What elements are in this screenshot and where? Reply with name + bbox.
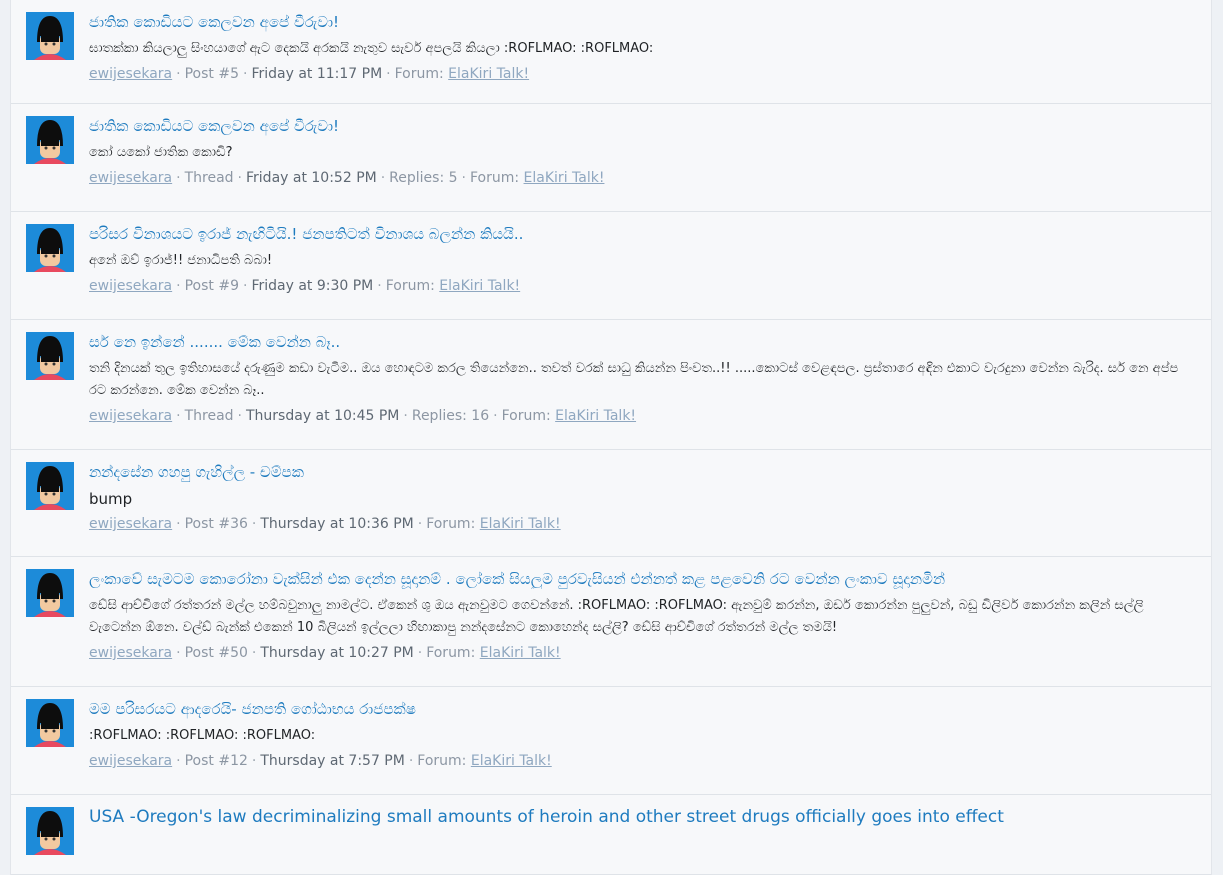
result-title-link[interactable]: ජාතික කොඩියට කෙලවන අපේ වීරුවා!: [89, 12, 1191, 32]
result-title-link[interactable]: මම පරිසරයට ආදරෙයි- ජනපති ගෝඨාභය රාජපක්ෂ: [89, 699, 1191, 719]
avatar[interactable]: [26, 569, 74, 617]
timestamp: Thursday at 10:36 PM: [260, 516, 414, 532]
result-snippet: ඩේසි ආච්චිගේ රත්තරන් මල්ල හම්බවුනාලු නාම…: [89, 598, 1144, 635]
forum-link[interactable]: ElaKiri Talk!: [471, 753, 552, 769]
result-type: Post #50: [184, 645, 248, 661]
avatar[interactable]: [26, 699, 74, 747]
avatar[interactable]: [26, 116, 74, 164]
search-results-list: ජාතික කොඩියට කෙලවන අපේ වීරුවා! ඝාතක්කා ක…: [10, 0, 1212, 875]
result-meta: ewijesekara · Post #12 · Thursday at 7:57 PM…: [89, 753, 552, 769]
forum-prefix: Forum:: [394, 66, 444, 82]
result-snippet: කෝ යකෝ ජාතික කොඩි?: [89, 145, 233, 160]
result-type: Post #12: [184, 753, 248, 769]
result-snippet: ඝාතක්කා කියලාලු සිංහයාගේ ඇට දෙකයි අරකයි …: [89, 41, 654, 56]
avatar[interactable]: [26, 462, 74, 510]
list-item: සර් නෙ ඉන්නේ ....... මේක වෙන්න බෑ.. තනි …: [11, 320, 1211, 450]
avatar[interactable]: [26, 224, 74, 272]
forum-link[interactable]: ElaKiri Talk!: [480, 645, 561, 661]
result-meta: ewijesekara · Post #5 · Friday at 11:17 PM · F…: [89, 66, 530, 82]
user-avatar-icon: [26, 807, 74, 855]
result-meta: ewijesekara · Post #36 · Thursday at 10:36 P…: [89, 516, 561, 532]
result-type: Thread: [184, 408, 234, 424]
result-title-link[interactable]: USA -Oregon's law decriminalizing small …: [89, 807, 1191, 827]
user-avatar-icon: [26, 699, 74, 747]
result-snippet: තනි දිනයක් තුල ඉතිහාසයේ දරුණුම කඩා වැටීම…: [89, 361, 1179, 398]
result-type: Thread: [184, 170, 234, 186]
result-title-link[interactable]: නන්දසේන ගහපු ගැහිල්ල - චම්පක: [89, 462, 1191, 482]
forum-prefix: Forum:: [469, 170, 520, 186]
author-link[interactable]: ewijesekara: [89, 408, 172, 424]
list-item: ජාතික කොඩියට කෙලවන අපේ වීරුවා! ඝාතක්කා ක…: [11, 0, 1211, 104]
list-item: නන්දසේන ගහපු ගැහිල්ල - චම්පක bump ewijes…: [11, 450, 1211, 557]
forum-prefix: Forum:: [501, 408, 551, 424]
list-item: මම පරිසරයට ආදරෙයි- ජනපති ගෝඨාභය රාජපක්ෂ …: [11, 687, 1211, 795]
user-avatar-icon: [26, 569, 74, 617]
result-title-link[interactable]: සර් නෙ ඉන්නේ ....... මේක වෙන්න බෑ..: [89, 332, 1191, 352]
result-snippet: bump: [89, 490, 133, 508]
result-snippet: අනේ ඔව් ඉරාජ්!! ජනාධිපති බබා!: [89, 253, 273, 268]
reply-count: Replies: 16: [411, 408, 490, 424]
author-link[interactable]: ewijesekara: [89, 753, 172, 769]
list-item: USA -Oregon's law decriminalizing small …: [11, 795, 1211, 875]
forum-link[interactable]: ElaKiri Talk!: [439, 278, 520, 294]
timestamp: Friday at 10:52 PM: [246, 170, 377, 186]
user-avatar-icon: [26, 462, 74, 510]
forum-link[interactable]: ElaKiri Talk!: [524, 170, 605, 186]
author-link[interactable]: ewijesekara: [89, 645, 172, 661]
result-meta: ewijesekara · Post #9 · Friday at 9:30 PM · Fo…: [89, 278, 521, 294]
forum-prefix: Forum:: [385, 278, 435, 294]
result-type: Post #9: [184, 278, 239, 294]
forum-prefix: Forum:: [426, 645, 476, 661]
result-snippet: :ROFLMAO: :ROFLMAO: :ROFLMAO:: [89, 728, 316, 743]
forum-prefix: Forum:: [426, 516, 476, 532]
result-title-link[interactable]: ජාතික කොඩියට කෙලවන අපේ වීරුවා!: [89, 116, 1191, 136]
user-avatar-icon: [26, 12, 74, 60]
result-title-link[interactable]: පරිසර විනාශයට ඉරාජ් නැඟිටියි.! ජනපතිටත් …: [89, 224, 1191, 244]
author-link[interactable]: ewijesekara: [89, 278, 172, 294]
forum-link[interactable]: ElaKiri Talk!: [480, 516, 561, 532]
author-link[interactable]: ewijesekara: [89, 516, 172, 532]
result-meta: ewijesekara · Post #50 · Thursday at 10:27 P…: [89, 645, 561, 661]
list-item: පරිසර විනාශයට ඉරාජ් නැඟිටියි.! ජනපතිටත් …: [11, 212, 1211, 320]
result-title-link[interactable]: ලංකාවේ සැමටම කොරෝනා වැක්සින් එක දෙන්න සූ…: [89, 569, 1191, 589]
timestamp: Thursday at 7:57 PM: [260, 753, 405, 769]
author-link[interactable]: ewijesekara: [89, 170, 172, 186]
avatar[interactable]: [26, 807, 74, 855]
user-avatar-icon: [26, 224, 74, 272]
result-type: Post #36: [184, 516, 248, 532]
timestamp: Thursday at 10:27 PM: [260, 645, 414, 661]
result-meta: ewijesekara · Thread · Friday at 10:52 PM · Re…: [89, 170, 605, 186]
forum-link[interactable]: ElaKiri Talk!: [448, 66, 529, 82]
forum-prefix: Forum:: [417, 753, 467, 769]
timestamp: Friday at 11:17 PM: [251, 66, 383, 82]
avatar[interactable]: [26, 12, 74, 60]
user-avatar-icon: [26, 116, 74, 164]
reply-count: Replies: 5: [389, 170, 458, 186]
result-meta: ewijesekara · Thread · Thursday at 10:45 PM ·…: [89, 408, 637, 424]
forum-link[interactable]: ElaKiri Talk!: [555, 408, 636, 424]
timestamp: Thursday at 10:45 PM: [246, 408, 400, 424]
avatar[interactable]: [26, 332, 74, 380]
timestamp: Friday at 9:30 PM: [251, 278, 374, 294]
author-link[interactable]: ewijesekara: [89, 66, 172, 82]
list-item: ලංකාවේ සැමටම කොරෝනා වැක්සින් එක දෙන්න සූ…: [11, 557, 1211, 687]
user-avatar-icon: [26, 332, 74, 380]
list-item: ජාතික කොඩියට කෙලවන අපේ වීරුවා! කෝ යකෝ ජා…: [11, 104, 1211, 212]
result-type: Post #5: [184, 66, 239, 82]
